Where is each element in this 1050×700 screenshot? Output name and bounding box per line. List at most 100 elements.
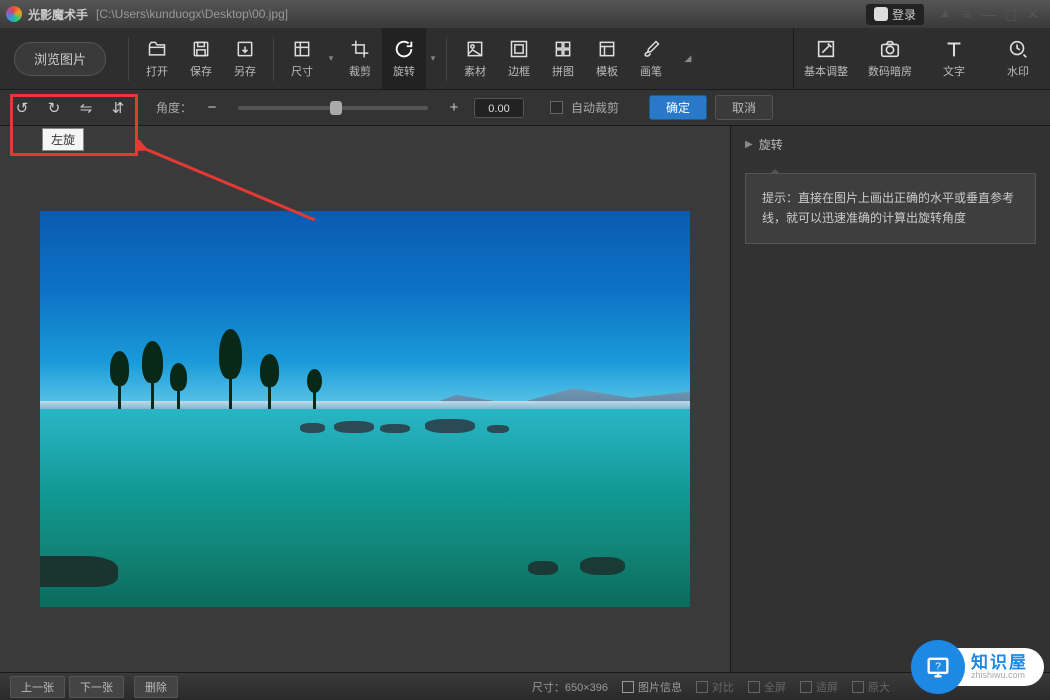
status-bar: 上一张 下一张 删除 尺寸：650×396 图片信息 对比 全屏 适屏 原大 bbox=[0, 672, 1050, 700]
material-button[interactable]: 素材 bbox=[453, 28, 497, 89]
open-button[interactable]: 打开 bbox=[135, 28, 179, 89]
tb-label: 数码暗房 bbox=[868, 63, 912, 79]
tb-label: 旋转 bbox=[393, 63, 415, 79]
fit-icon bbox=[800, 681, 812, 693]
flip-vertical-button[interactable]: ⇵ bbox=[106, 96, 130, 120]
brush-icon bbox=[640, 38, 662, 60]
watermark-badge: ? 知识屋 zhishiwu.com bbox=[911, 640, 1044, 694]
image-preview[interactable] bbox=[40, 211, 690, 607]
tip-label: 提示： bbox=[762, 191, 798, 205]
minimize-button[interactable]: — bbox=[978, 5, 1000, 23]
app-title: 光影魔术手 bbox=[28, 6, 88, 23]
watermark-button[interactable]: 水印 bbox=[986, 28, 1050, 89]
original-icon bbox=[852, 681, 864, 693]
tb-label: 边框 bbox=[508, 63, 530, 79]
pin-button[interactable]: ⯅ bbox=[934, 5, 956, 23]
badge-title: 知识屋 bbox=[971, 654, 1028, 671]
template-button[interactable]: 模板 bbox=[585, 28, 629, 89]
rotate-button[interactable]: 旋转 bbox=[382, 28, 426, 89]
tb-label: 模板 bbox=[596, 63, 618, 79]
next-image-button[interactable]: 下一张 bbox=[69, 676, 124, 698]
adjust-icon bbox=[815, 38, 837, 60]
darkroom-button[interactable]: 数码暗房 bbox=[858, 28, 922, 89]
tb-label: 另存 bbox=[234, 63, 256, 79]
compare-icon bbox=[696, 681, 708, 693]
save-button[interactable]: 保存 bbox=[179, 28, 223, 89]
slider-thumb[interactable] bbox=[330, 101, 342, 115]
confirm-button[interactable]: 确定 bbox=[649, 95, 707, 120]
crop-button[interactable]: 裁剪 bbox=[338, 28, 382, 89]
rotate-icon bbox=[393, 38, 415, 60]
badge-url: zhishiwu.com bbox=[971, 671, 1028, 680]
canvas-area[interactable] bbox=[0, 126, 730, 672]
save-as-button[interactable]: 另存 bbox=[223, 28, 267, 89]
panel-header[interactable]: ▶ 旋转 bbox=[745, 136, 1036, 153]
badge-icon: ? bbox=[911, 640, 965, 694]
size-dropdown[interactable]: ▾ bbox=[324, 28, 338, 89]
file-path: [C:\Users\kunduogx\Desktop\00.jpg] bbox=[96, 7, 288, 21]
cancel-button[interactable]: 取消 bbox=[715, 95, 773, 120]
app-logo-icon bbox=[6, 6, 22, 22]
tooltip: 左旋 bbox=[42, 128, 84, 151]
size-button[interactable]: 尺寸 bbox=[280, 28, 324, 89]
more-dropdown[interactable]: ◢ bbox=[673, 28, 703, 89]
tb-label: 保存 bbox=[190, 63, 212, 79]
tb-label: 打开 bbox=[146, 63, 168, 79]
angle-value[interactable]: 0.00 bbox=[474, 98, 524, 118]
angle-plus-button[interactable]: + bbox=[442, 96, 466, 120]
original-size-button[interactable]: 原大 bbox=[852, 679, 890, 695]
rotate-subbar: ↺ ↻ ⇋ ⇵ 角度： − + 0.00 自动裁剪 确定 取消 bbox=[0, 90, 1050, 126]
size-text: 尺寸：650×396 bbox=[532, 679, 608, 695]
close-button[interactable]: ✕ bbox=[1022, 5, 1044, 23]
fit-screen-button[interactable]: 适屏 bbox=[800, 679, 838, 695]
maximize-button[interactable]: ▢ bbox=[1000, 5, 1022, 23]
prev-image-button[interactable]: 上一张 bbox=[10, 676, 65, 698]
text-icon bbox=[943, 38, 965, 60]
auto-crop-label: 自动裁剪 bbox=[571, 99, 619, 116]
angle-minus-button[interactable]: − bbox=[200, 96, 224, 120]
tb-label: 素材 bbox=[464, 63, 486, 79]
tb-label: 尺寸 bbox=[291, 63, 313, 79]
save-as-icon bbox=[234, 38, 256, 60]
text-button[interactable]: 文字 bbox=[922, 28, 986, 89]
browse-button[interactable]: 浏览图片 bbox=[14, 42, 106, 76]
tb-label: 基本调整 bbox=[804, 63, 848, 79]
angle-slider[interactable] bbox=[238, 106, 428, 110]
workspace: ▶ 旋转 提示：直接在图片上画出正确的水平或垂直参考线，就可以迅速准确的计算出旋… bbox=[0, 126, 1050, 672]
camera-icon bbox=[879, 38, 901, 60]
tb-label: 拼图 bbox=[552, 63, 574, 79]
image-info-button[interactable]: 图片信息 bbox=[622, 679, 682, 695]
user-icon bbox=[874, 7, 888, 21]
frame-icon bbox=[508, 38, 530, 60]
tb-label: 水印 bbox=[1007, 63, 1029, 79]
flip-horizontal-button[interactable]: ⇋ bbox=[74, 96, 98, 120]
template-icon bbox=[596, 38, 618, 60]
info-icon bbox=[622, 681, 634, 693]
tip-text: 直接在图片上画出正确的水平或垂直参考线，就可以迅速准确的计算出旋转角度 bbox=[762, 191, 1014, 225]
tb-label: 裁剪 bbox=[349, 63, 371, 79]
side-panel: ▶ 旋转 提示：直接在图片上画出正确的水平或垂直参考线，就可以迅速准确的计算出旋… bbox=[730, 126, 1050, 672]
resize-icon bbox=[291, 38, 313, 60]
crop-icon bbox=[349, 38, 371, 60]
brush-button[interactable]: 画笔 bbox=[629, 28, 673, 89]
delete-button[interactable]: 删除 bbox=[134, 676, 178, 698]
watermark-icon bbox=[1007, 38, 1029, 60]
angle-label: 角度： bbox=[156, 99, 192, 116]
login-button[interactable]: 登录 bbox=[866, 4, 924, 25]
basic-adjust-button[interactable]: 基本调整 bbox=[794, 28, 858, 89]
fullscreen-icon bbox=[748, 681, 760, 693]
chevron-right-icon: ▶ bbox=[745, 139, 753, 150]
auto-crop-checkbox[interactable] bbox=[550, 101, 563, 114]
panel-title: 旋转 bbox=[759, 136, 783, 153]
compare-button[interactable]: 对比 bbox=[696, 679, 734, 695]
material-icon bbox=[464, 38, 486, 60]
rotate-left-button[interactable]: ↺ bbox=[10, 96, 34, 120]
collage-button[interactable]: 拼图 bbox=[541, 28, 585, 89]
rotate-dropdown[interactable]: ▾ bbox=[426, 28, 440, 89]
save-icon bbox=[190, 38, 212, 60]
collage-icon bbox=[552, 38, 574, 60]
frame-button[interactable]: 边框 bbox=[497, 28, 541, 89]
rotate-right-button[interactable]: ↻ bbox=[42, 96, 66, 120]
fullscreen-button[interactable]: 全屏 bbox=[748, 679, 786, 695]
settings-button[interactable]: ≡ bbox=[956, 5, 978, 23]
